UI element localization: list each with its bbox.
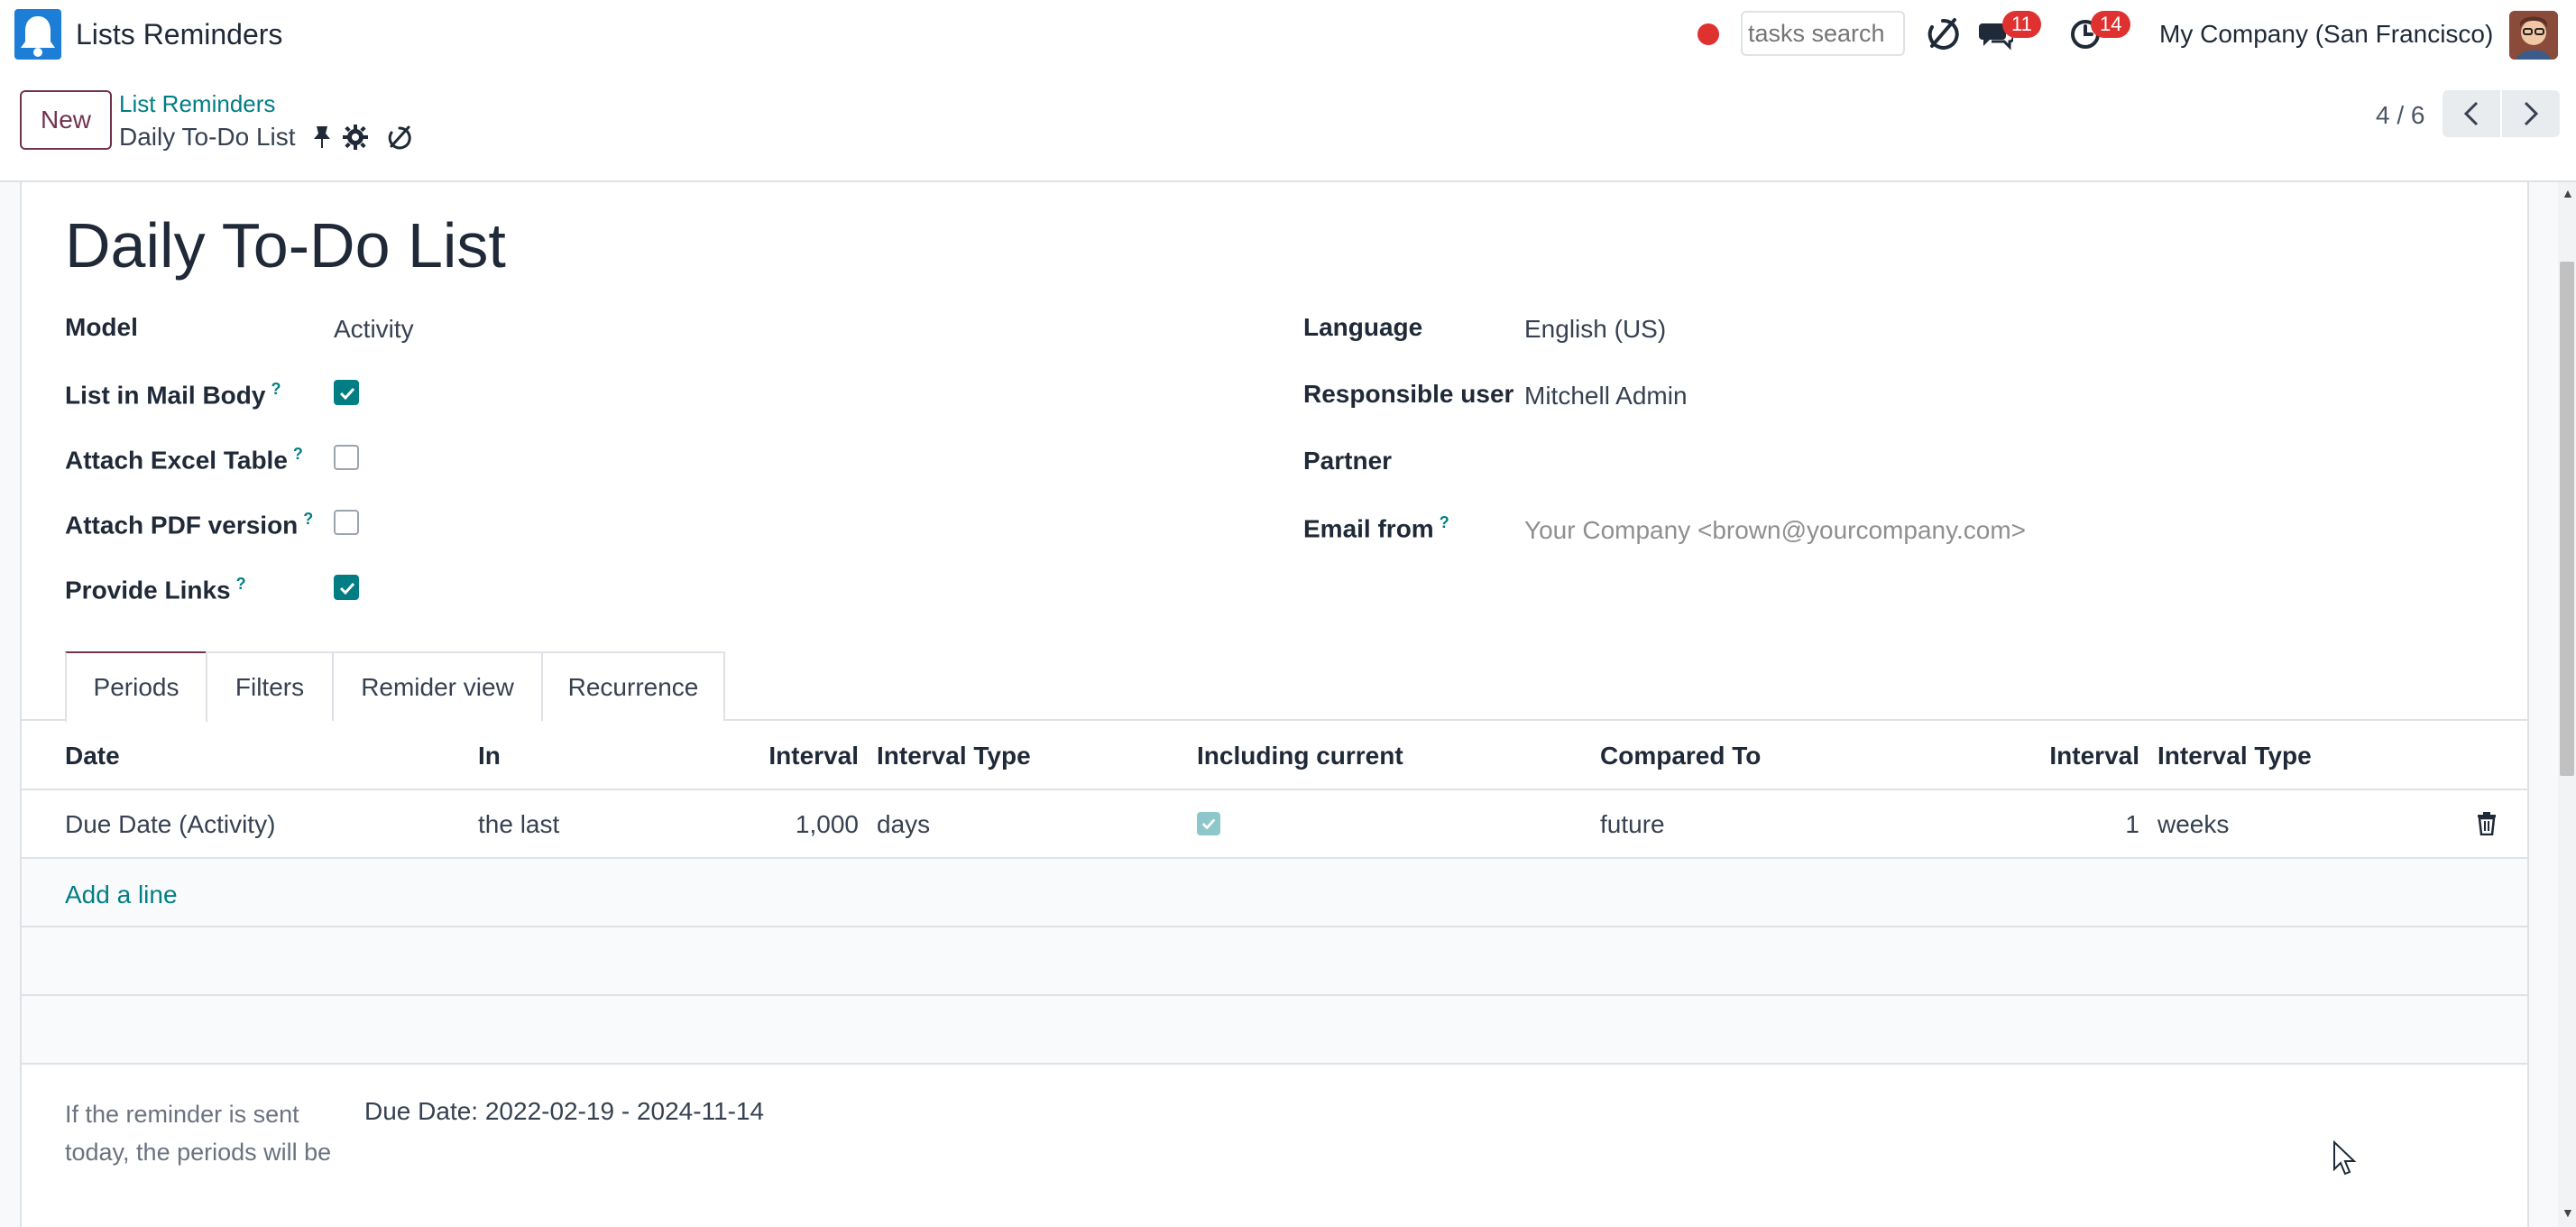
mouse-cursor-icon: [2333, 1140, 2357, 1176]
list-in-mail-body-checkbox[interactable]: [334, 380, 359, 405]
partner-label: Partner: [1303, 447, 1393, 475]
responsible-user-value[interactable]: Mitchell Admin: [1524, 382, 1688, 411]
top-navbar: Lists Reminders 11 14 My Company (San Fr…: [0, 0, 2576, 70]
add-a-line-link[interactable]: Add a line: [65, 881, 178, 909]
cell-including-current-checkbox[interactable]: [1197, 812, 1220, 835]
language-value[interactable]: English (US): [1524, 315, 1666, 344]
cell-compared-to[interactable]: future: [1600, 810, 1665, 839]
attach-pdf-checkbox[interactable]: [334, 510, 359, 535]
record-title[interactable]: Daily To-Do List: [65, 209, 506, 281]
cell-interval-type-2[interactable]: weeks: [2157, 810, 2229, 839]
list-in-mail-body-label: List in Mail Body?: [65, 380, 281, 410]
scrollbar-thumb[interactable]: [2560, 262, 2574, 776]
help-tooltip-icon[interactable]: ?: [293, 445, 303, 463]
table-header-border: [22, 789, 2527, 790]
tab-filters[interactable]: Filters: [206, 651, 334, 721]
user-avatar[interactable]: [2509, 11, 2558, 60]
pager-previous-button[interactable]: [2443, 90, 2500, 137]
help-tooltip-icon[interactable]: ?: [303, 510, 313, 528]
cell-interval[interactable]: 1,000: [722, 810, 859, 839]
chevron-left-icon: [2463, 101, 2479, 126]
refresh-icon[interactable]: [1925, 16, 1961, 52]
scroll-up-arrow[interactable]: ▲: [2562, 186, 2574, 200]
column-header-interval-type[interactable]: Interval Type: [877, 742, 1031, 770]
tab-reminder-view[interactable]: Remider view: [332, 651, 543, 721]
chevron-right-icon: [2524, 101, 2539, 126]
model-value[interactable]: Activity: [334, 315, 414, 344]
cell-date[interactable]: Due Date (Activity): [65, 810, 275, 839]
cell-in[interactable]: the last: [478, 810, 559, 839]
scroll-down-arrow[interactable]: ▼: [2562, 1205, 2574, 1220]
add-line-row: [22, 859, 2527, 926]
column-header-compared-to[interactable]: Compared To: [1600, 742, 1761, 770]
checkmark-icon: [339, 582, 355, 595]
checkmark-icon: [339, 387, 355, 401]
column-header-date[interactable]: Date: [65, 742, 120, 770]
help-tooltip-icon[interactable]: ?: [271, 380, 281, 398]
attach-excel-label: Attach Excel Table?: [65, 445, 303, 475]
column-header-interval-2[interactable]: Interval: [2002, 742, 2139, 770]
checkmark-icon: [1201, 818, 1216, 830]
cell-interval-type[interactable]: days: [877, 810, 930, 839]
gear-icon[interactable]: [343, 125, 368, 150]
pager-value[interactable]: 4 / 6: [2376, 101, 2424, 130]
help-tooltip-icon[interactable]: ?: [1440, 513, 1449, 531]
recording-indicator: [1697, 23, 1719, 45]
pin-icon[interactable]: [312, 125, 332, 150]
attach-excel-checkbox[interactable]: [334, 445, 359, 470]
attach-pdf-label: Attach PDF version?: [65, 510, 314, 540]
responsible-user-label: Responsible user: [1303, 380, 1514, 408]
breadcrumb-current-record: Daily To-Do List: [119, 123, 296, 151]
column-header-including-current[interactable]: Including current: [1197, 742, 1403, 770]
column-header-interval[interactable]: Interval: [722, 742, 859, 770]
cell-interval-2[interactable]: 1: [2002, 810, 2139, 839]
pager-next-button[interactable]: [2502, 90, 2560, 137]
email-from-input[interactable]: Your Company <brown@yourcompany.com>: [1524, 516, 2026, 545]
trash-icon[interactable]: [2477, 812, 2497, 835]
help-tooltip-icon[interactable]: ?: [236, 575, 246, 593]
messages-badge: 11: [2002, 11, 2041, 38]
new-button[interactable]: New: [20, 90, 112, 150]
provide-links-label: Provide Links?: [65, 575, 246, 604]
company-switcher[interactable]: My Company (San Francisco): [2159, 20, 2493, 49]
column-header-in[interactable]: In: [478, 742, 501, 770]
language-label: Language: [1303, 313, 1423, 341]
empty-table-row: [22, 996, 2527, 1063]
breadcrumb-list-reminders[interactable]: List Reminders: [119, 90, 275, 118]
table-bottom-border: [22, 1063, 2527, 1065]
email-from-label: Email from?: [1303, 513, 1449, 543]
periods-note-label: If the reminder is sent today, the perio…: [65, 1101, 332, 1166]
tab-recurrence[interactable]: Recurrence: [541, 651, 725, 721]
tasks-search-input[interactable]: [1741, 11, 1905, 56]
bell-app-icon[interactable]: [14, 9, 61, 60]
empty-table-row: [22, 927, 2527, 994]
periods-note-value: Due Date: 2022-02-19 - 2024-11-14: [364, 1097, 765, 1125]
activities-badge: 14: [2091, 11, 2131, 38]
provide-links-checkbox[interactable]: [334, 575, 359, 600]
discard-refresh-icon[interactable]: [386, 125, 413, 152]
model-label: Model: [65, 313, 138, 341]
app-title[interactable]: Lists Reminders: [76, 18, 282, 51]
tab-periods[interactable]: Periods: [65, 651, 207, 723]
column-header-interval-type-2[interactable]: Interval Type: [2157, 742, 2312, 770]
